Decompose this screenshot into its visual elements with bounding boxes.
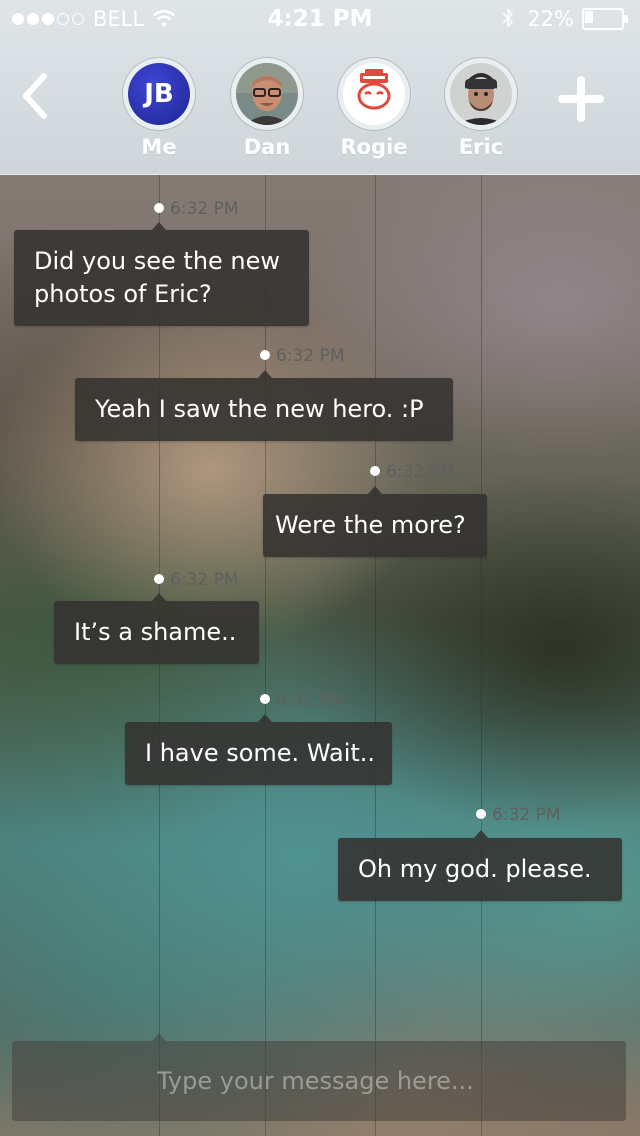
message-bubble[interactable]: Were the more? xyxy=(263,486,487,557)
message-text: Did you see the new photos of Eric? xyxy=(34,247,281,308)
message-timestamp: 6:32 PM xyxy=(370,462,455,482)
message-text: Yeah I saw the new hero. :P xyxy=(95,395,424,423)
message-timeline: 6:32 PM Did you see the new photos of Er… xyxy=(0,0,640,1136)
message-bubble[interactable]: Oh my god. please. xyxy=(338,830,622,901)
message-text: Oh my god. please. xyxy=(358,855,592,883)
message-bubble[interactable]: I have some. Wait.. xyxy=(125,714,392,785)
message-timestamp: 6:32 PM xyxy=(260,346,345,366)
message-timestamp: 6:32 PM xyxy=(260,690,345,710)
message-text: Were the more? xyxy=(275,511,466,539)
message-bubble[interactable]: Yeah I saw the new hero. :P xyxy=(75,370,453,441)
message-composer xyxy=(12,1033,626,1121)
message-bubble[interactable]: Did you see the new photos of Eric? xyxy=(14,222,309,326)
message-text: It’s a shame.. xyxy=(74,618,237,646)
message-timestamp: 6:32 PM xyxy=(154,570,239,590)
message-timestamp: 6:32 PM xyxy=(476,805,561,825)
message-bubble[interactable]: It’s a shame.. xyxy=(54,593,259,664)
message-text: I have some. Wait.. xyxy=(145,739,376,767)
message-input[interactable] xyxy=(12,1041,626,1121)
message-timestamp: 6:32 PM xyxy=(154,199,239,219)
